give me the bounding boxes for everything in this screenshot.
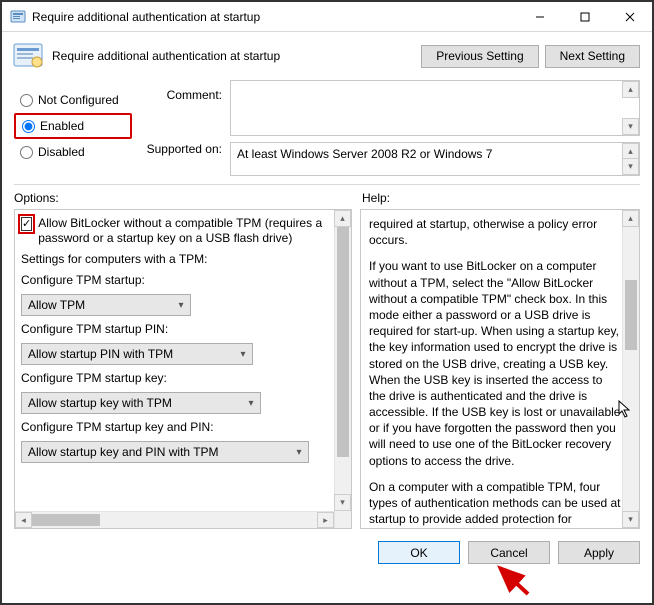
- scroll-right-icon[interactable]: ▸: [317, 512, 334, 528]
- tpm-pin-combo[interactable]: Allow startup PIN with TPM ▾: [21, 343, 253, 365]
- tpm-startup-label: Configure TPM startup:: [21, 273, 333, 288]
- apply-button[interactable]: Apply: [558, 541, 640, 564]
- radio-enabled-input[interactable]: [22, 120, 35, 133]
- separator: [14, 184, 640, 185]
- state-radios: Not Configured Enabled Disabled: [14, 80, 132, 176]
- scroll-down-icon[interactable]: ▾: [622, 158, 639, 175]
- tpm-keypin-label: Configure TPM startup key and PIN:: [21, 420, 333, 435]
- maximize-button[interactable]: [562, 2, 607, 31]
- tpm-keypin-value: Allow startup key and PIN with TPM: [28, 445, 219, 459]
- scroll-up-icon[interactable]: ▴: [622, 210, 639, 227]
- options-vscroll[interactable]: ▴ ▾: [334, 210, 351, 528]
- radio-enabled[interactable]: Enabled: [14, 113, 132, 139]
- chevron-down-icon: ▾: [234, 344, 252, 364]
- radio-not-configured[interactable]: Not Configured: [14, 88, 132, 112]
- scroll-down-icon[interactable]: ▾: [334, 494, 351, 511]
- scroll-thumb[interactable]: [32, 514, 100, 526]
- tpm-keypin-combo[interactable]: Allow startup key and PIN with TPM ▾: [21, 441, 309, 463]
- help-paragraph: If you want to use BitLocker on a comput…: [369, 258, 621, 468]
- pane-labels: Options: Help:: [2, 187, 652, 209]
- policy-large-icon: [12, 40, 44, 72]
- radio-not-configured-label: Not Configured: [38, 93, 119, 107]
- policy-icon: [10, 9, 26, 25]
- supported-on-box: At least Windows Server 2008 R2 or Windo…: [230, 142, 640, 176]
- page-title: Require additional authentication at sta…: [52, 49, 415, 63]
- supported-on-label: Supported on:: [132, 136, 222, 156]
- window-title: Require additional authentication at sta…: [32, 10, 517, 24]
- tpm-pin-label: Configure TPM startup PIN:: [21, 322, 333, 337]
- next-setting-button[interactable]: Next Setting: [545, 45, 640, 68]
- radio-disabled-label: Disabled: [38, 145, 85, 159]
- allow-without-tpm-checkbox[interactable]: ✓: [21, 217, 32, 231]
- titlebar: Require additional authentication at sta…: [2, 2, 652, 32]
- help-vscroll[interactable]: ▴ ▾: [622, 210, 639, 528]
- chevron-down-icon: ▾: [290, 442, 308, 462]
- cancel-button[interactable]: Cancel: [468, 541, 550, 564]
- help-paragraph: required at startup, otherwise a policy …: [369, 216, 621, 248]
- scroll-thumb[interactable]: [337, 227, 349, 457]
- comment-label: Comment:: [132, 80, 222, 136]
- help-paragraph: On a computer with a compatible TPM, fou…: [369, 479, 621, 529]
- radio-enabled-label: Enabled: [40, 119, 84, 133]
- options-hscroll[interactable]: ◂ ▸: [15, 511, 334, 528]
- chevron-down-icon: ▾: [242, 393, 260, 413]
- allow-without-tpm-row[interactable]: ✓ Allow BitLocker without a compatible T…: [21, 216, 333, 246]
- allow-without-tpm-label: Allow BitLocker without a compatible TPM…: [38, 216, 333, 246]
- close-button[interactable]: [607, 2, 652, 31]
- chevron-down-icon: ▾: [172, 295, 190, 315]
- comment-textarea[interactable]: ▴ ▾: [230, 80, 640, 136]
- field-values: ▴ ▾ At least Windows Server 2008 R2 or W…: [230, 80, 640, 176]
- scroll-thumb[interactable]: [625, 280, 637, 350]
- dialog-footer: OK Cancel Apply: [2, 529, 652, 564]
- options-pane: ✓ Allow BitLocker without a compatible T…: [14, 209, 352, 529]
- tpm-key-label: Configure TPM startup key:: [21, 371, 333, 386]
- tpm-pin-value: Allow startup PIN with TPM: [28, 347, 173, 361]
- header: Require additional authentication at sta…: [2, 32, 652, 78]
- radio-not-configured-input[interactable]: [20, 94, 33, 107]
- ok-button[interactable]: OK: [378, 541, 460, 564]
- help-pane: required at startup, otherwise a policy …: [360, 209, 640, 529]
- options-label: Options:: [14, 191, 362, 205]
- previous-setting-button[interactable]: Previous Setting: [421, 45, 538, 68]
- panes: ✓ Allow BitLocker without a compatible T…: [2, 209, 652, 529]
- tpm-startup-value: Allow TPM: [28, 298, 85, 312]
- radio-disabled[interactable]: Disabled: [14, 140, 132, 164]
- minimize-button[interactable]: [517, 2, 562, 31]
- tpm-settings-heading: Settings for computers with a TPM:: [21, 252, 333, 267]
- supported-on-value: At least Windows Server 2008 R2 or Windo…: [237, 147, 492, 161]
- tpm-startup-combo[interactable]: Allow TPM ▾: [21, 294, 191, 316]
- scroll-up-icon[interactable]: ▴: [334, 210, 351, 227]
- radio-disabled-input[interactable]: [20, 146, 33, 159]
- help-label: Help:: [362, 191, 390, 205]
- scroll-down-icon[interactable]: ▾: [622, 118, 639, 135]
- tpm-key-value: Allow startup key with TPM: [28, 396, 172, 410]
- config-area: Not Configured Enabled Disabled Comment:…: [2, 78, 652, 180]
- scroll-up-icon[interactable]: ▴: [622, 81, 639, 98]
- field-labels: Comment: Supported on:: [132, 80, 230, 176]
- tpm-key-combo[interactable]: Allow startup key with TPM ▾: [21, 392, 261, 414]
- scroll-left-icon[interactable]: ◂: [15, 512, 32, 528]
- annotation-arrow-icon: [494, 560, 534, 600]
- scroll-down-icon[interactable]: ▾: [622, 511, 639, 528]
